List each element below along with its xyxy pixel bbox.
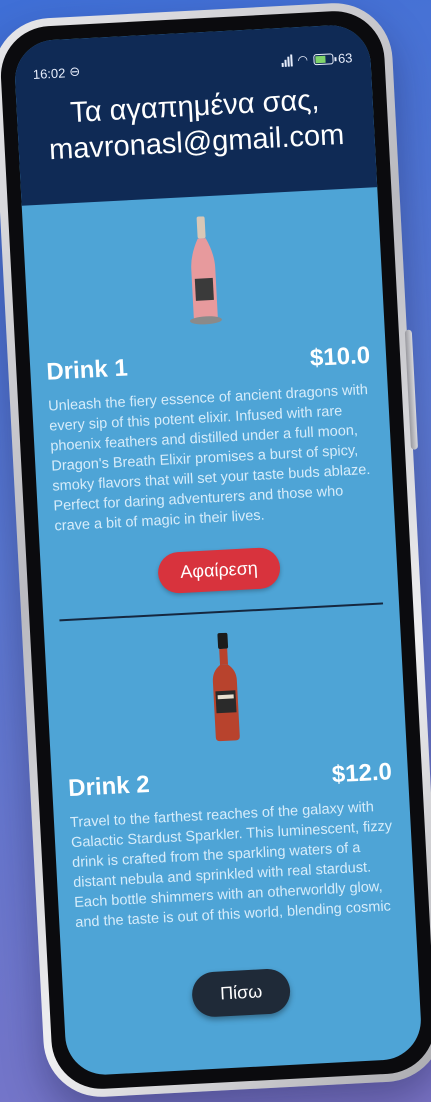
drink-description: Unleash the fiery essence of ancient dra… [47,381,371,535]
favorites-header: 16:02 ⊖ ◠ 63 Τα αγαπημένα σας, mavronasl… [13,23,378,206]
drink-description: Travel to the farthest reaches of the ga… [69,799,393,931]
wifi-icon: ◠ [297,52,309,68]
battery-level: 63 [337,49,353,66]
side-button [404,329,419,450]
app-screen: 16:02 ⊖ ◠ 63 Τα αγαπημένα σας, mavronasl… [13,23,423,1077]
rose-wine-bottle-icon [189,216,222,325]
drink-name: Drink 2 [67,770,151,803]
liqueur-bottle-icon [212,632,240,742]
back-button[interactable]: Πίσω [191,967,292,1018]
favorites-list: Drink 1 $10.0 Unleash the fiery essence … [22,187,417,954]
drink-description-clip: Travel to the farthest reaches of the ga… [69,786,399,933]
notification-icon: ⊖ [68,63,81,80]
drink-price: $12.0 [331,758,393,789]
drink-price: $10.0 [309,341,371,372]
page-title: Τα αγαπημένα σας, mavronasl@gmail.com [48,84,345,167]
phone-bezel: 16:02 ⊖ ◠ 63 Τα αγαπημένα σας, mavronasl… [0,8,431,1092]
remove-button-wrap: Αφαίρεση [56,542,382,600]
remove-favorite-button[interactable]: Αφαίρεση [157,546,281,595]
status-right: ◠ 63 [281,50,353,69]
status-bar: 16:02 ⊖ ◠ 63 [32,46,353,85]
drink-name: Drink 1 [45,354,129,386]
status-left: 16:02 ⊖ [32,64,80,82]
battery-icon [312,52,334,65]
signal-icon [281,54,293,67]
drink-image [61,624,390,751]
drink-image [39,208,368,335]
favorite-drink-card: Drink 2 $12.0 Travel to the farthest rea… [60,604,401,953]
drink-name-row: Drink 1 $10.0 [46,342,371,387]
favorite-drink-card: Drink 1 $10.0 Unleash the fiery essence … [37,188,384,622]
phone-frame: 16:02 ⊖ ◠ 63 Τα αγαπημένα σας, mavronasl… [0,0,431,1100]
status-time: 16:02 [32,64,66,82]
